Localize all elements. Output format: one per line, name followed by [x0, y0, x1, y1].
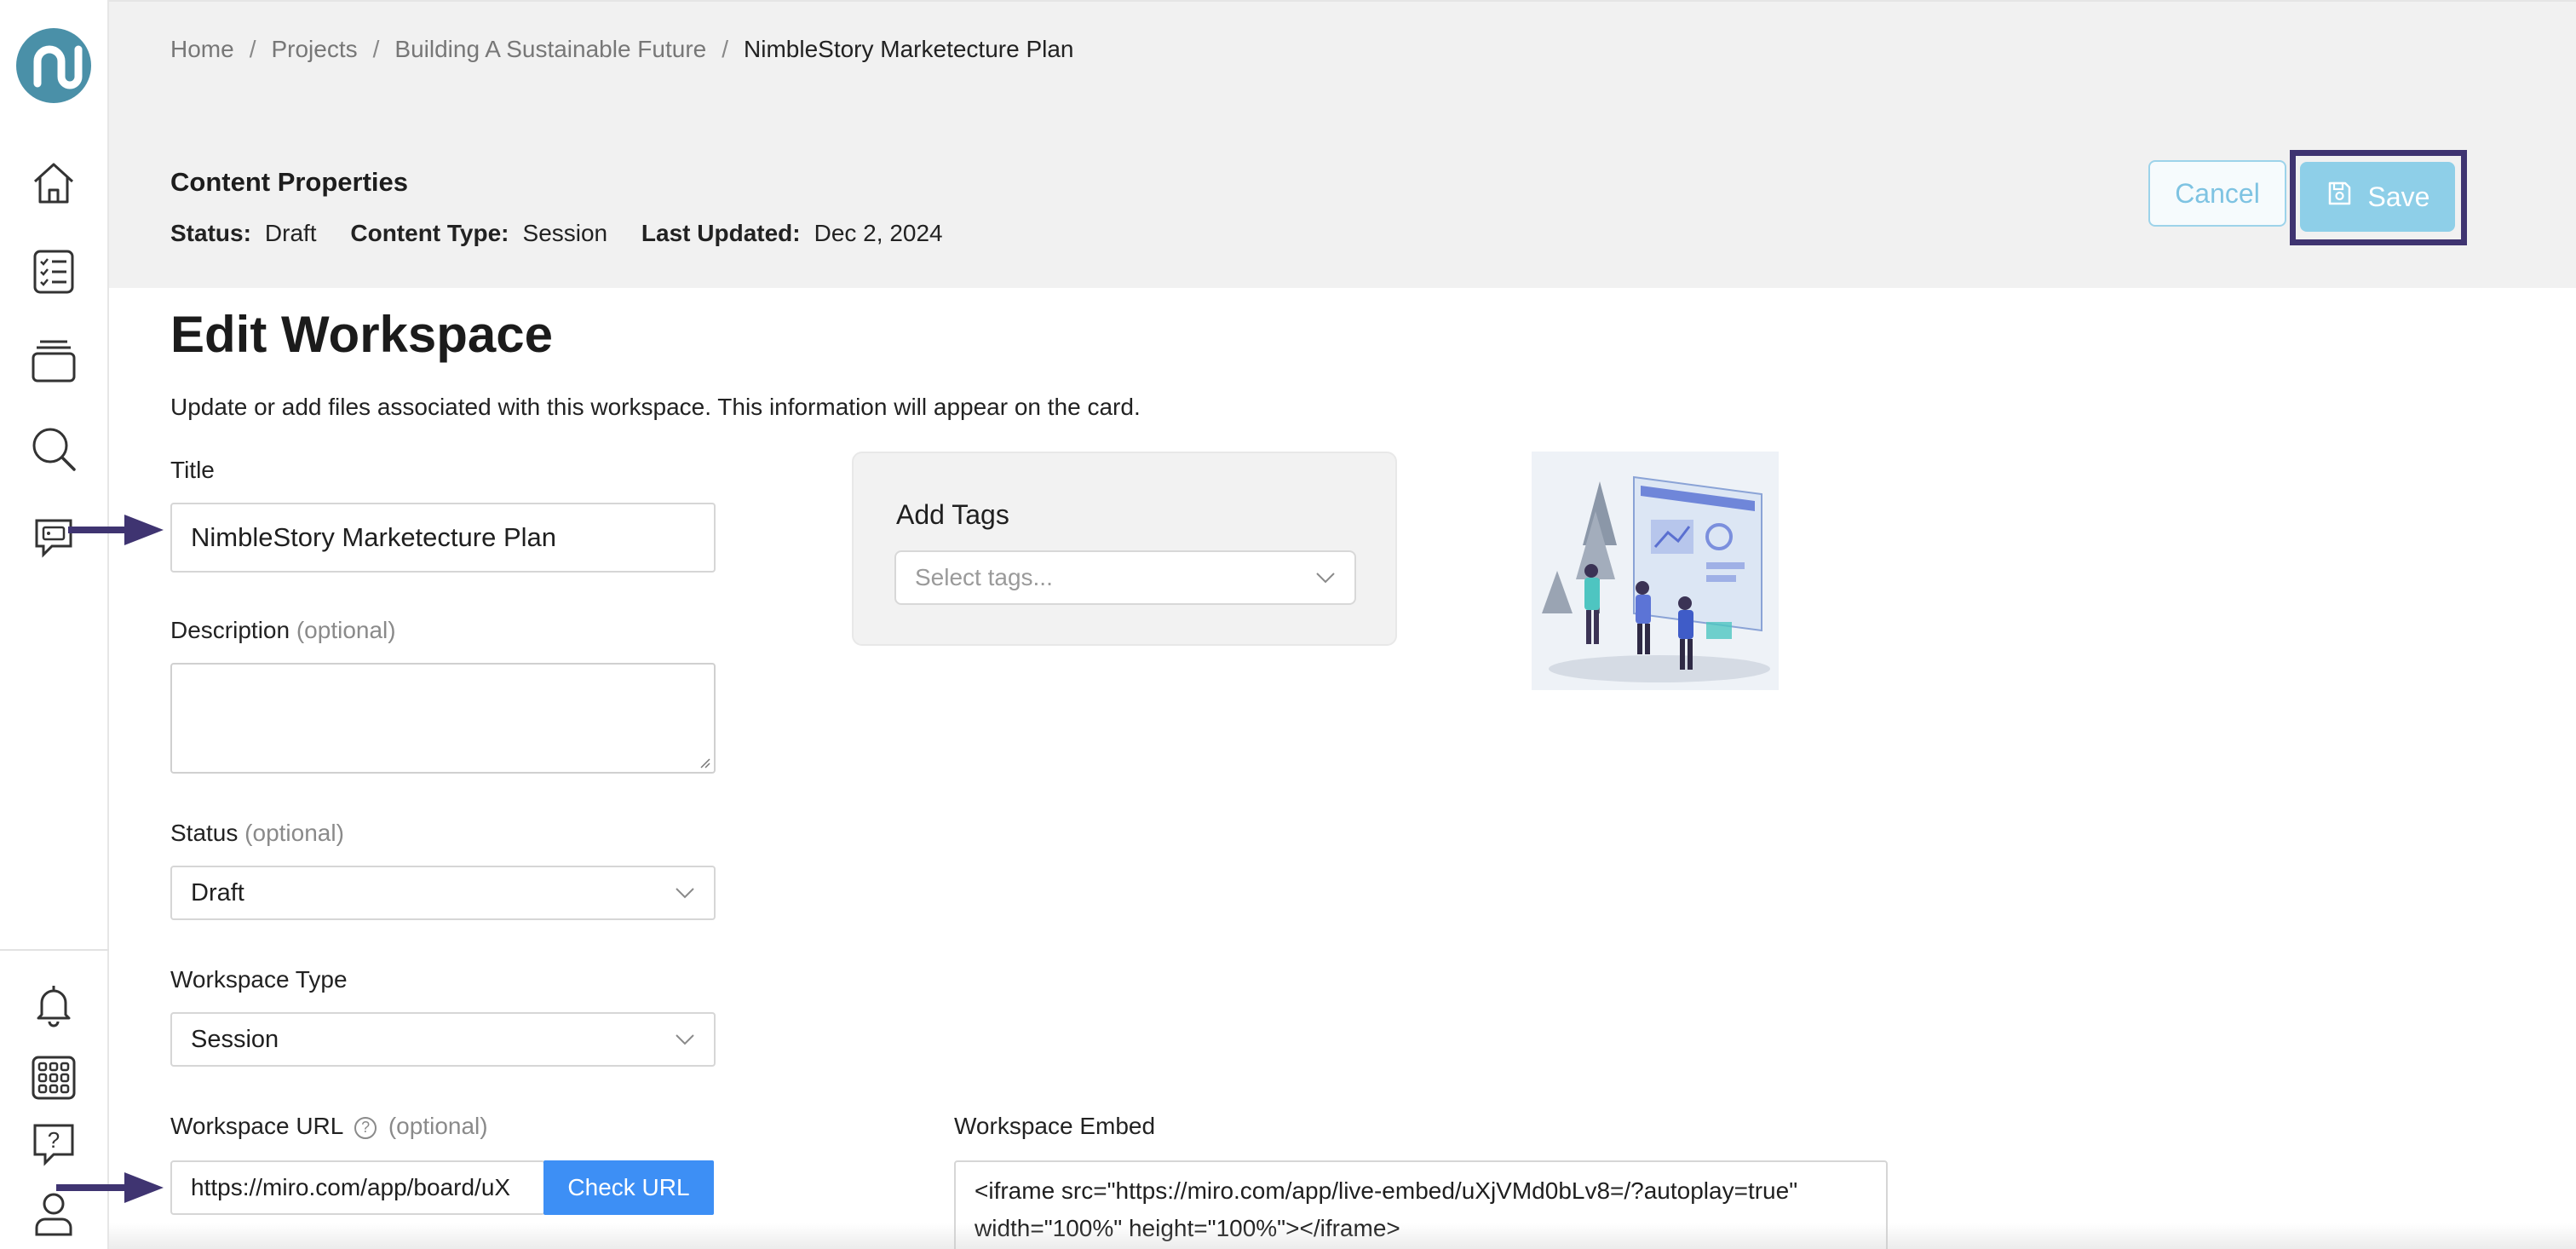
optional-hint: (optional): [388, 1113, 488, 1139]
chevron-down-icon: [1316, 573, 1335, 584]
save-label: Save: [2367, 181, 2430, 212]
page-title: Edit Workspace: [170, 306, 554, 363]
content-type-label: Content Type:: [350, 220, 509, 246]
home-icon[interactable]: [26, 155, 82, 211]
chevron-down-icon: [676, 888, 694, 899]
tags-placeholder: Select tags...: [915, 564, 1053, 590]
help-icon[interactable]: ?: [26, 1116, 82, 1172]
last-updated-value: Dec 2, 2024: [814, 220, 943, 246]
save-button[interactable]: Save: [2300, 162, 2455, 232]
tags-select[interactable]: Select tags...: [894, 550, 1356, 605]
apps-grid-icon[interactable]: [26, 1050, 82, 1106]
tags-title: Add Tags: [896, 499, 1009, 530]
workspace-embed-textarea[interactable]: <iframe src="https://miro.com/app/live-e…: [954, 1160, 1888, 1249]
breadcrumb-current: NimbleStory Marketecture Plan: [744, 36, 1074, 62]
embed-line-1: <iframe src="https://miro.com/app/live-e…: [975, 1177, 1798, 1204]
breadcrumb-home[interactable]: Home: [170, 36, 234, 63]
breadcrumb-separator: /: [372, 36, 380, 62]
checklist-icon[interactable]: [26, 244, 82, 300]
cancel-button[interactable]: Cancel: [2148, 160, 2286, 227]
page-subtitle: Update or add files associated with this…: [170, 394, 1141, 420]
breadcrumb-separator: /: [722, 36, 729, 62]
breadcrumb-project[interactable]: Building A Sustainable Future: [394, 36, 706, 63]
last-updated-label: Last Updated:: [641, 220, 801, 246]
description-label: Description (optional): [170, 617, 396, 644]
svg-text:?: ?: [48, 1127, 60, 1153]
workspace-embed-label: Workspace Embed: [954, 1113, 1156, 1139]
save-icon: [2326, 180, 2353, 214]
content-properties-header: Home / Projects / Building A Sustainable…: [109, 0, 2576, 288]
status-value: Draft: [264, 220, 317, 246]
content-type-value: Session: [522, 220, 608, 246]
resize-handle-icon[interactable]: [699, 757, 710, 768]
embed-line-2: width="100%" height="100%"></iframe>: [975, 1215, 1400, 1241]
check-url-button[interactable]: Check URL: [543, 1160, 714, 1215]
optional-hint: (optional): [244, 820, 344, 846]
tags-panel: Add Tags Select tags...: [852, 452, 1397, 646]
status-field-label-text: Status: [170, 820, 239, 846]
workspace-url-label-text: Workspace URL: [170, 1113, 343, 1139]
sidebar: ?: [0, 0, 109, 1249]
title-label: Title: [170, 457, 215, 483]
annotation-arrow-url: [56, 1171, 164, 1209]
title-input[interactable]: NimbleStory Marketecture Plan: [170, 503, 716, 573]
help-circle-icon[interactable]: ?: [354, 1116, 377, 1139]
content-properties-title: Content Properties: [170, 167, 409, 197]
workspace-type-label: Workspace Type: [170, 966, 348, 993]
workspace-type-select[interactable]: Session: [170, 1012, 716, 1067]
workspace-url-input[interactable]: https://miro.com/app/board/uX: [170, 1160, 545, 1215]
sidebar-divider: [0, 949, 109, 951]
breadcrumb-projects[interactable]: Projects: [271, 36, 357, 63]
status-label: Status:: [170, 220, 251, 246]
workspace-illustration: [1532, 452, 1779, 690]
logo[interactable]: [15, 27, 92, 104]
annotation-arrow-title: [68, 513, 164, 551]
status-select[interactable]: Draft: [170, 866, 716, 920]
workspace-type-value: Session: [191, 1025, 279, 1053]
bell-icon[interactable]: [26, 976, 82, 1033]
breadcrumb-separator: /: [249, 36, 256, 62]
content-properties-meta: Status: Draft Content Type: Session Last U…: [170, 220, 970, 247]
status-field-label: Status (optional): [170, 820, 344, 847]
workspace-url-label: Workspace URL ? (optional): [170, 1113, 488, 1140]
description-label-text: Description: [170, 617, 290, 643]
optional-hint: (optional): [296, 617, 396, 643]
chevron-down-icon: [676, 1034, 694, 1045]
status-select-value: Draft: [191, 878, 244, 907]
stack-icon[interactable]: [26, 332, 82, 389]
description-textarea[interactable]: [170, 663, 716, 774]
search-icon[interactable]: [26, 421, 82, 477]
breadcrumb: Home / Projects / Building A Sustainable…: [170, 36, 1074, 63]
